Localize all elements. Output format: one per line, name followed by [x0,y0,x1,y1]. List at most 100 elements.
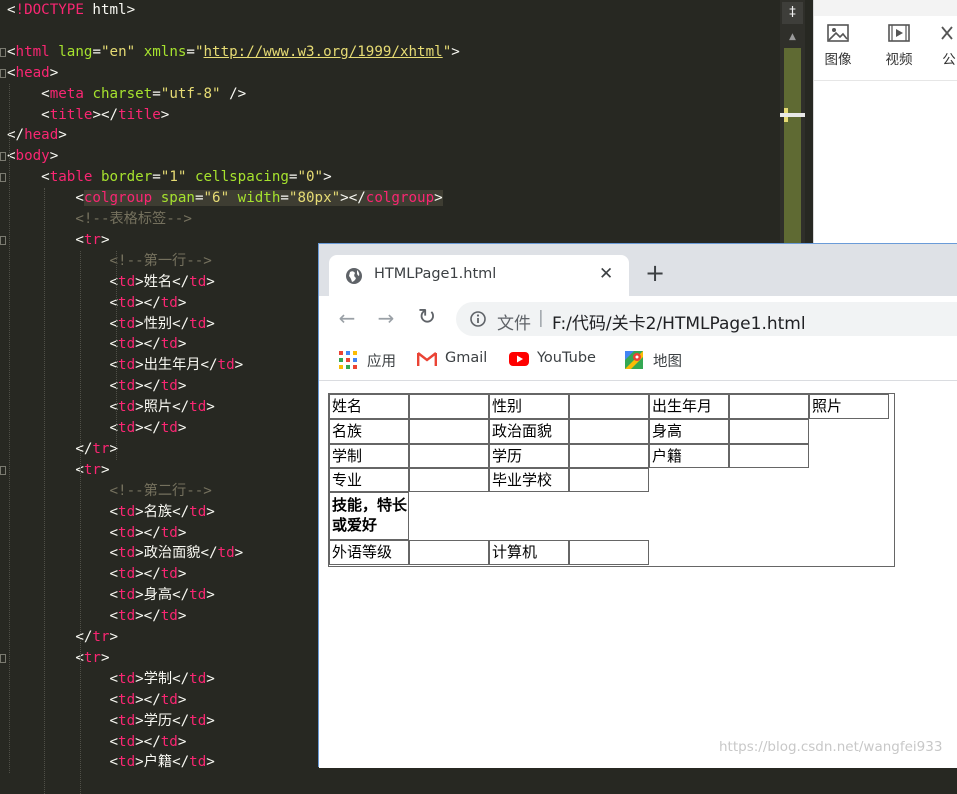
code-line[interactable]: <td>出生年月</td> [7,355,243,376]
code-line[interactable]: <td>学制</td> [7,669,214,690]
code-token: td [118,566,136,583]
code-token: > [135,357,144,374]
code-token: < [7,106,50,123]
close-icon[interactable]: ✕ [599,264,613,284]
code-line[interactable]: <td></td> [7,293,186,314]
code-line[interactable]: <td></td> [7,732,186,753]
code-line[interactable]: <td>姓名</td> [7,272,214,293]
code-line[interactable]: <!--表格标签--> [7,209,192,230]
ribbon-image-button[interactable]: 图像 [814,24,862,76]
code-line[interactable]: </head> [7,125,67,146]
code-token: < [7,190,84,207]
code-token: "en" [100,43,136,60]
code-line[interactable]: </tr> [7,439,118,460]
code-token: > [160,106,170,123]
table-cell: 政治面貌 [489,419,569,444]
code-line[interactable]: <td>学历</td> [7,711,214,732]
code-token: 政治面貌 [143,545,201,562]
code-line[interactable]: <tr> [7,460,109,481]
code-line[interactable]: <td></td> [7,376,186,397]
code-token: 户籍 [143,754,173,771]
url-text[interactable]: F:/代码/关卡2/HTMLPage1.html [552,309,806,334]
fold-toggle-icon[interactable] [0,47,6,57]
code-line[interactable]: <tr> [7,648,109,669]
code-line[interactable]: <td></td> [7,334,186,355]
code-token: td [118,691,136,708]
ribbon-video-button[interactable]: 视频 [875,24,923,76]
split-editor-button[interactable]: ‡ [782,2,803,24]
indent-guide [9,83,10,774]
code-line[interactable]: <head> [7,63,58,84]
code-token: 姓名 [143,273,173,290]
bookmark-gmail[interactable]: Gmail [417,350,497,370]
code-line[interactable]: <tr> [7,230,109,251]
fold-toggle-icon[interactable] [0,465,6,475]
bookmark-apps[interactable]: 应用 [339,350,409,370]
forward-arrow-icon[interactable]: → [373,305,399,331]
code-line[interactable]: <td>性别</td> [7,314,214,335]
code-line[interactable]: <td>政治面貌</td> [7,543,243,564]
address-bar[interactable]: 文件 | F:/代码/关卡2/HTMLPage1.html [456,302,957,336]
code-line[interactable]: <colgroup span="6" width="80px"></colgro… [7,188,443,209]
table-cell: 学制 [329,444,409,468]
fold-toggle-icon[interactable] [0,235,6,245]
code-line[interactable]: <td></td> [7,606,186,627]
bookmark-label: YouTube [537,350,596,366]
bookmark-youtube[interactable]: YouTube [509,350,609,370]
code-token: meta [49,85,84,102]
code-token: <!--第一行--> [7,252,212,269]
code-token: < [7,545,119,562]
code-line[interactable]: <td></td> [7,564,186,585]
code-line[interactable]: <!--第二行--> [7,481,211,502]
code-token: td [118,336,136,353]
scroll-up-arrow-icon[interactable]: ▲ [780,28,805,46]
code-line[interactable]: <!DOCTYPE html> [7,0,135,21]
fold-toggle-icon[interactable] [0,68,6,78]
code-token: ></ [135,294,161,311]
code-token: > [177,378,187,395]
fold-toggle-icon[interactable] [0,152,6,162]
formula-icon [941,26,953,40]
code-line[interactable]: <!--第一行--> [7,251,212,272]
code-token: <!--表格标签--> [7,211,192,227]
code-token: td [189,754,207,771]
code-line[interactable]: <html lang="en" xmlns="http://www.w3.org… [7,42,460,63]
code-token: = [186,43,195,60]
ribbon-formula-button[interactable]: 公 [934,24,957,76]
info-icon[interactable] [470,311,486,327]
office-ribbon: 图像 视频 公 [813,0,957,243]
code-line[interactable]: <td></td> [7,690,186,711]
code-token: tr [83,231,101,248]
code-token: < [7,85,50,102]
scroll-thumb[interactable] [784,48,801,243]
new-tab-button[interactable]: + [645,261,665,285]
code-line[interactable]: <td></td> [7,418,186,439]
code-token: td [160,524,178,541]
code-token: </ [172,315,190,332]
code-line[interactable]: <body> [7,146,58,167]
code-token: td [160,294,178,311]
fold-toggle-icon[interactable] [0,653,6,663]
code-line[interactable]: <table border="1" cellspacing="0"> [7,167,331,188]
code-line[interactable]: </tr> [7,627,118,648]
reload-icon[interactable]: ↻ [414,305,440,331]
code-token: < [7,587,119,604]
code-token: 学制 [143,670,173,687]
code-line[interactable]: <title></title> [7,105,169,126]
tab-htmlpage1[interactable]: HTMLPage1.html ✕ [329,255,629,296]
code-line[interactable]: <td>照片</td> [7,397,214,418]
ribbon-top-strip [814,0,957,16]
code-token: </ [172,503,190,520]
code-line[interactable]: <td>名族</td> [7,502,214,523]
code-token: td [118,608,136,625]
bookmark-maps[interactable]: 地图 [625,350,695,370]
code-token: < [7,294,119,311]
fold-toggle-icon[interactable] [0,173,6,183]
code-line[interactable]: <td></td> [7,523,186,544]
code-line[interactable]: <td>户籍</td> [7,752,214,773]
back-arrow-icon[interactable]: ← [334,305,360,331]
table-cell [409,394,489,419]
code-token: > [177,524,187,541]
code-line[interactable]: <meta charset="utf-8" /> [7,84,246,105]
code-line[interactable]: <td>身高</td> [7,585,214,606]
